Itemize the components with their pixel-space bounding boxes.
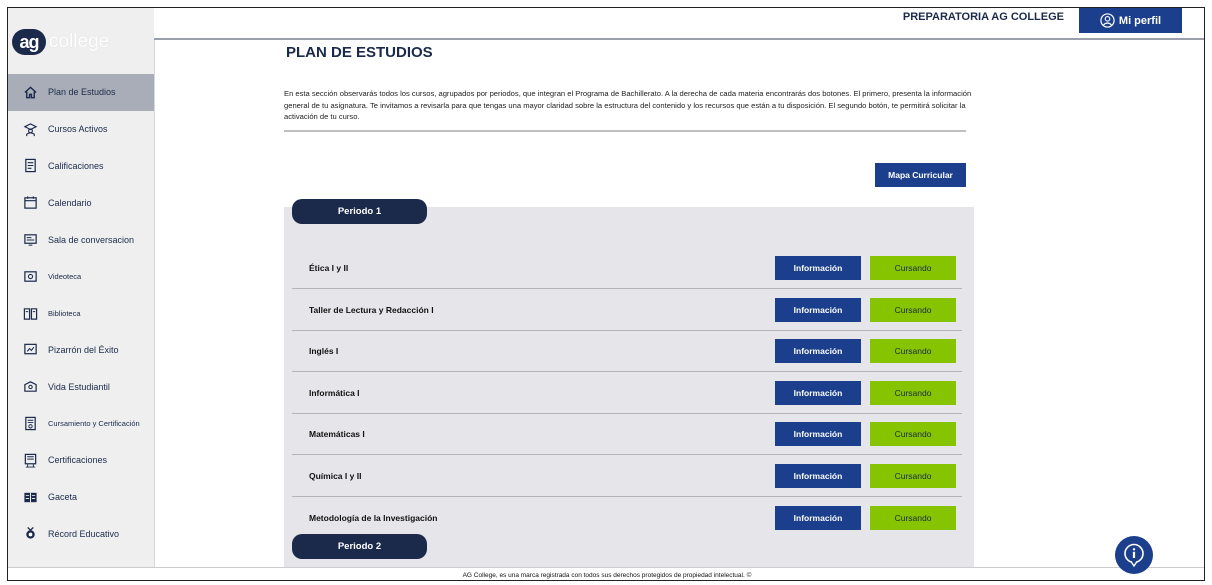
status-button[interactable]: Cursando — [870, 256, 956, 280]
sidebar-item-record-educativo[interactable]: Récord Educativo — [8, 516, 154, 553]
info-icon — [1124, 543, 1144, 568]
page-title: PLAN DE ESTUDIOS — [286, 44, 433, 61]
sidebar-item-label: Pizarrón del Éxito — [48, 344, 119, 355]
sidebar-item-gaceta[interactable]: Gaceta — [8, 479, 154, 516]
user-icon — [1100, 13, 1115, 28]
sidebar-item-pizarron-del-exito[interactable]: Pizarrón del Éxito — [8, 332, 154, 369]
book-icon — [22, 305, 38, 321]
sidebar-item-label: Cursamiento y Certificación — [48, 419, 140, 429]
sidebar-item-label: Videoteca — [48, 271, 82, 281]
certificates-icon — [22, 452, 38, 468]
sidebar-item-cursamiento-y-certificacion[interactable]: Cursamiento y Certificación — [8, 405, 154, 442]
sidebar-item-certificaciones[interactable]: Certificaciones — [8, 442, 154, 479]
footer-text: AG College, es una marca registrada con … — [462, 572, 752, 579]
sidebar-item-label: Plan de Estudios — [48, 87, 116, 98]
video-icon — [22, 268, 38, 284]
logo-text: college — [49, 31, 110, 52]
status-button[interactable]: Cursando — [870, 505, 956, 530]
sidebar-item-calendario[interactable]: Calendario — [8, 184, 154, 221]
sidebar-item-label: Gaceta — [48, 492, 78, 503]
sidebar-item-sala-de-conversacion[interactable]: Sala de conversacion — [8, 221, 154, 258]
info-button[interactable]: Información — [775, 505, 861, 530]
sidebar-item-label: Vida Estudiantil — [48, 381, 110, 392]
home-icon — [22, 84, 38, 100]
info-button[interactable]: Información — [775, 256, 861, 280]
mapa-curricular-button[interactable]: Mapa Curricular — [875, 163, 966, 187]
logo-badge: ag — [12, 29, 46, 55]
app-frame: ag college Plan de Estudios Cursos Activ… — [7, 7, 1205, 581]
profile-button[interactable]: Mi perfil — [1079, 8, 1182, 33]
status-button[interactable]: Cursando — [870, 297, 956, 322]
info-button[interactable]: Información — [775, 422, 861, 446]
logo[interactable]: ag college — [12, 26, 109, 58]
medal-icon — [22, 526, 38, 542]
table-row: Química I y II Información Cursando — [292, 456, 962, 497]
status-button[interactable]: Cursando — [870, 463, 956, 488]
status-button[interactable]: Cursando — [870, 380, 956, 405]
sidebar-item-vida-estudiantil[interactable]: Vida Estudiantil — [8, 368, 154, 405]
course-name: Metodología de la Investigación — [309, 512, 438, 523]
period-1-label: Periodo 1 — [292, 199, 427, 224]
sidebar-item-label: Biblioteca — [48, 308, 81, 318]
intro-text: En esta sección observarás todos los cur… — [284, 89, 972, 122]
course-name: Informática I — [309, 387, 360, 398]
top-bar: PREPARATORIA AG COLLEGE Mi perfil — [154, 8, 1204, 40]
chat-screen-icon — [22, 232, 38, 248]
sidebar-item-cursos-activos[interactable]: Cursos Activos — [8, 111, 154, 148]
sidebar-item-calificaciones[interactable]: Calificaciones — [8, 148, 154, 185]
table-row: Metodología de la Investigación Informac… — [292, 497, 962, 538]
certificate-doc-icon — [22, 416, 38, 432]
course-name: Taller de Lectura y Redacción I — [309, 304, 434, 315]
table-row: Taller de Lectura y Redacción I Informac… — [292, 290, 962, 331]
info-button[interactable]: Información — [775, 463, 861, 488]
table-row: Informática I Información Cursando — [292, 373, 962, 414]
table-row: Ética I y II Información Cursando — [292, 248, 962, 289]
sidebar-item-label: Récord Educativo — [48, 528, 120, 539]
sidebar-item-label: Calificaciones — [48, 160, 104, 171]
sidebar-nav: Plan de Estudios Cursos Activos Califica… — [8, 74, 154, 552]
sidebar: ag college Plan de Estudios Cursos Activ… — [8, 8, 155, 580]
graduate-icon — [22, 121, 38, 137]
sidebar-item-label: Certificaciones — [48, 455, 108, 466]
table-row: Matemáticas I Información Cursando — [292, 414, 962, 455]
divider — [284, 130, 966, 132]
period-2-label: Periodo 2 — [292, 534, 427, 559]
course-name: Inglés I — [309, 346, 339, 356]
student-life-icon — [22, 379, 38, 395]
sidebar-item-label: Cursos Activos — [48, 124, 108, 135]
board-icon — [22, 342, 38, 358]
school-name: PREPARATORIA AG COLLEGE — [902, 11, 1064, 23]
course-name: Matemáticas I — [309, 429, 365, 439]
newspaper-icon — [22, 489, 38, 505]
status-button[interactable]: Cursando — [870, 339, 956, 363]
profile-label: Mi perfil — [1118, 14, 1162, 27]
info-button[interactable]: Información — [775, 380, 861, 405]
status-button[interactable]: Cursando — [870, 422, 956, 446]
sidebar-item-label: Calendario — [48, 197, 92, 208]
footer: AG College, es una marca registrada con … — [8, 567, 1204, 580]
report-card-icon — [22, 158, 38, 174]
table-row: Inglés I Información Cursando — [292, 331, 962, 372]
sidebar-item-label: Sala de conversacion — [48, 234, 135, 245]
sidebar-item-biblioteca[interactable]: Biblioteca — [8, 295, 154, 332]
sidebar-item-plan-de-estudios[interactable]: Plan de Estudios — [8, 74, 154, 111]
main-content: PLAN DE ESTUDIOS En esta sección observa… — [284, 39, 971, 187]
course-name: Ética I y II — [309, 263, 349, 273]
info-button[interactable]: Información — [775, 339, 861, 363]
calendar-icon — [22, 195, 38, 211]
course-name: Química I y II — [309, 470, 362, 481]
sidebar-item-videoteca[interactable]: Videoteca — [8, 258, 154, 295]
info-button[interactable]: Información — [775, 297, 861, 322]
help-button[interactable] — [1115, 536, 1153, 574]
